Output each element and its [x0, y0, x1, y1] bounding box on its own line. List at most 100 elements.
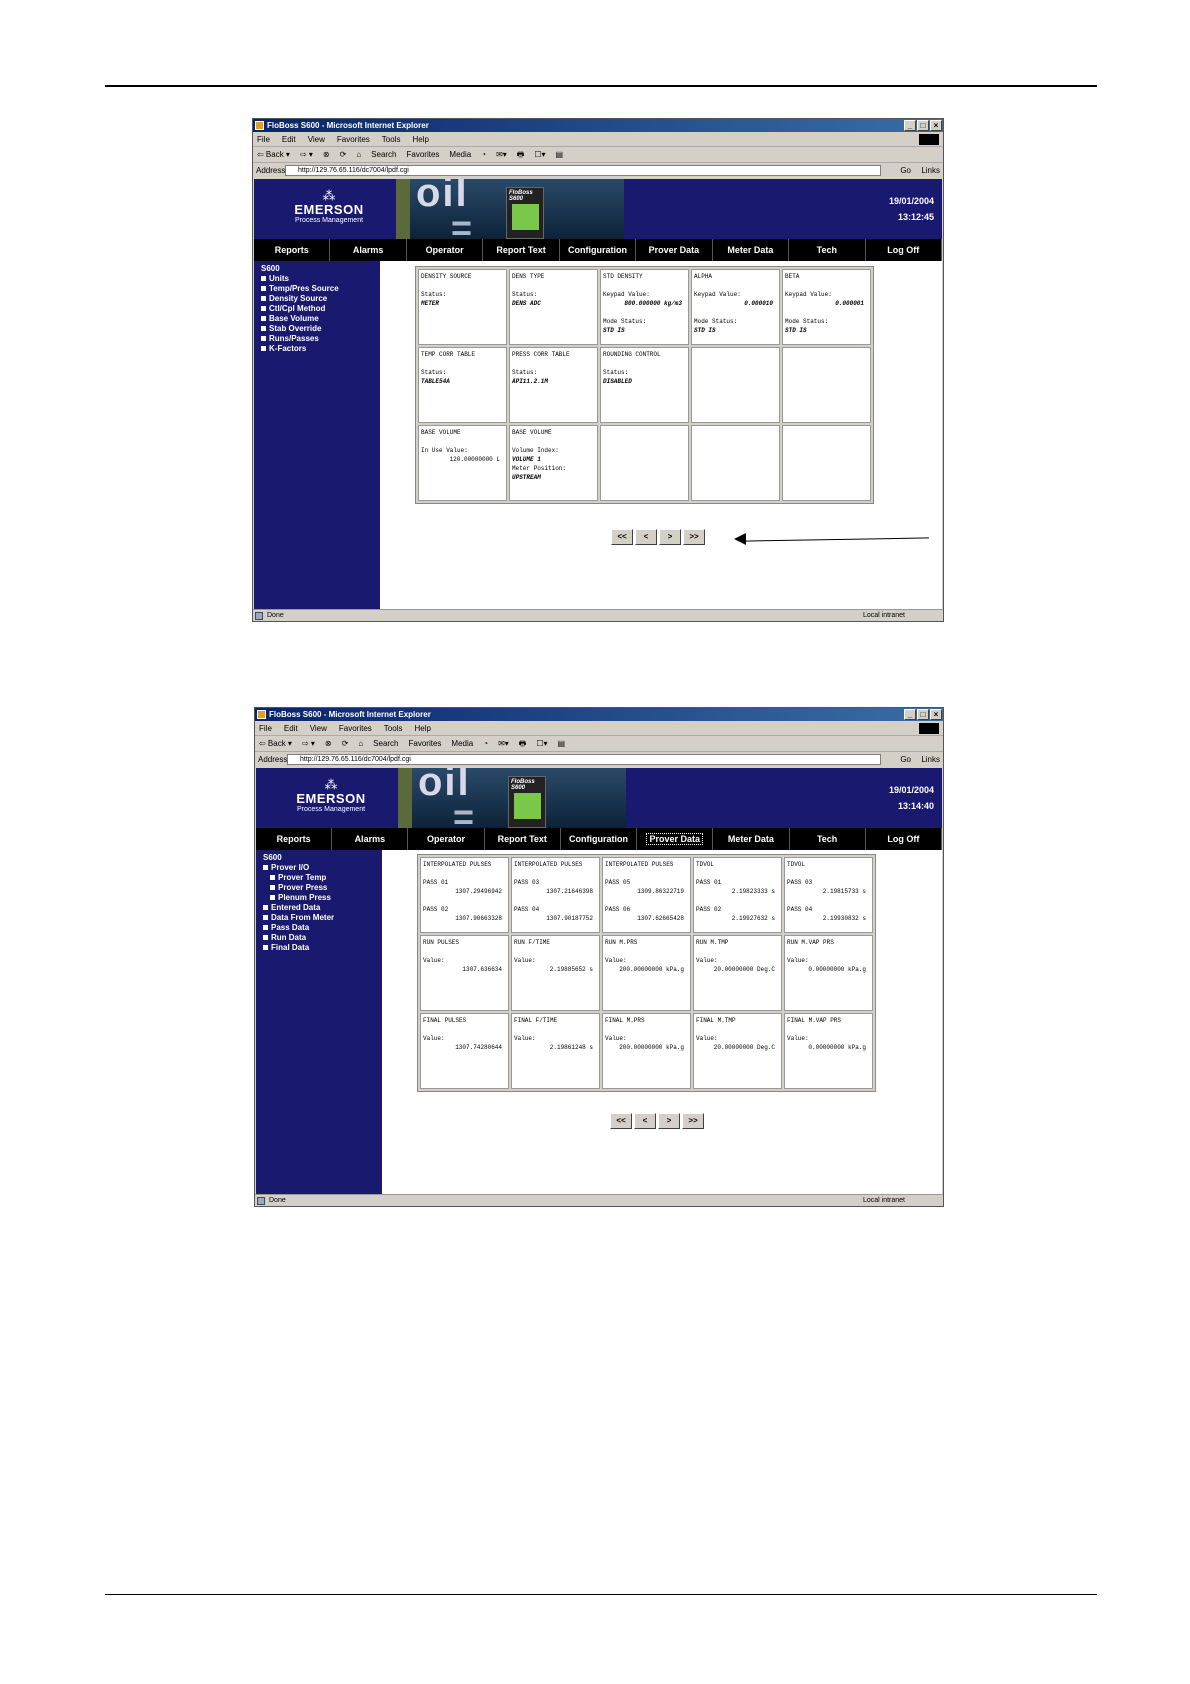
favorites-button[interactable]: Favorites: [409, 736, 442, 751]
edit-button[interactable]: ☐▾: [536, 736, 547, 751]
nav-meter-data[interactable]: Meter Data: [713, 828, 790, 850]
menu-edit[interactable]: Edit: [284, 721, 298, 735]
menu-file[interactable]: File: [257, 132, 270, 146]
nav-meter-data[interactable]: Meter Data: [713, 239, 790, 261]
sidebar-item[interactable]: Run Data: [263, 933, 382, 943]
maximize-button[interactable]: □: [917, 120, 929, 131]
nav-tech[interactable]: Tech: [790, 828, 866, 850]
menu-tools[interactable]: Tools: [384, 721, 403, 735]
home-button[interactable]: ⌂: [358, 736, 363, 751]
links-button[interactable]: Links: [921, 163, 940, 178]
menu-view[interactable]: View: [310, 721, 327, 735]
sidebar-item[interactable]: K-Factors: [261, 344, 380, 354]
back-button[interactable]: ⇦ Back ▾: [259, 736, 292, 751]
cell-label: Keypad Value:: [603, 291, 650, 298]
close-button[interactable]: ×: [930, 709, 942, 720]
first-page-button[interactable]: <<: [610, 1113, 632, 1129]
sidebar-item[interactable]: Ctl/Cpl Method: [261, 304, 380, 314]
stop-button[interactable]: ⊗: [323, 147, 330, 162]
sidebar-item[interactable]: Runs/Passes: [261, 334, 380, 344]
prev-page-button[interactable]: <: [635, 529, 657, 545]
nav-report-text[interactable]: Report Text: [483, 239, 560, 261]
media-button[interactable]: Media: [449, 147, 471, 162]
sidebar-item[interactable]: Prover Press: [263, 883, 382, 893]
nav-log-off[interactable]: Log Off: [866, 828, 942, 850]
next-page-button[interactable]: >: [658, 1113, 680, 1129]
sidebar-item[interactable]: Final Data: [263, 943, 382, 953]
history-button[interactable]: ◔: [481, 147, 486, 162]
nav-operator[interactable]: Operator: [408, 828, 485, 850]
discuss-button[interactable]: ▤: [558, 736, 566, 751]
sidebar-item[interactable]: Units: [261, 274, 380, 284]
grid-cell: [782, 425, 871, 501]
nav-prover-data[interactable]: Prover Data: [637, 828, 714, 850]
nav-configuration[interactable]: Configuration: [561, 828, 638, 850]
print-button[interactable]: 🖶: [517, 147, 525, 162]
favorites-button[interactable]: Favorites: [407, 147, 440, 162]
forward-button[interactable]: ⇨ ▾: [300, 147, 313, 162]
links-button[interactable]: Links: [921, 752, 940, 767]
refresh-button[interactable]: ⟳: [340, 147, 347, 162]
first-page-button[interactable]: <<: [611, 529, 633, 545]
last-page-button[interactable]: >>: [682, 1113, 704, 1129]
menu-file[interactable]: File: [259, 721, 272, 735]
minimize-button[interactable]: _: [904, 120, 916, 131]
discuss-button[interactable]: ▤: [556, 147, 564, 162]
nav-alarms[interactable]: Alarms: [332, 828, 409, 850]
menu-help[interactable]: Help: [412, 132, 428, 146]
menu-tools[interactable]: Tools: [382, 132, 401, 146]
sidebar-item[interactable]: Stab Override: [261, 324, 380, 334]
menu-favorites[interactable]: Favorites: [337, 132, 370, 146]
sidebar-item[interactable]: Plenum Press: [263, 893, 382, 903]
menu-favorites[interactable]: Favorites: [339, 721, 372, 735]
history-button[interactable]: ◔: [483, 736, 488, 751]
media-button[interactable]: Media: [451, 736, 473, 751]
sidebar-item[interactable]: Temp/Pres Source: [261, 284, 380, 294]
prev-page-button[interactable]: <: [634, 1113, 656, 1129]
menu-help[interactable]: Help: [414, 721, 430, 735]
sidebar-item-label: Final Data: [271, 943, 310, 952]
close-button[interactable]: ×: [930, 120, 942, 131]
sidebar-item[interactable]: Pass Data: [263, 923, 382, 933]
forward-button[interactable]: ⇨ ▾: [302, 736, 315, 751]
sidebar-item[interactable]: Data From Meter: [263, 913, 382, 923]
search-button[interactable]: Search: [371, 147, 396, 162]
sidebar-item[interactable]: Density Source: [261, 294, 380, 304]
mail-button[interactable]: ✉▾: [498, 736, 509, 751]
address-input[interactable]: http://129.76.65.116/dc7004/lpdf.cgi: [285, 165, 881, 176]
status-bar: Done Local intranet: [253, 609, 943, 621]
nav-prover-data[interactable]: Prover Data: [636, 239, 713, 261]
sidebar-item-label: K-Factors: [269, 344, 307, 353]
nav-operator[interactable]: Operator: [407, 239, 484, 261]
refresh-button[interactable]: ⟳: [342, 736, 349, 751]
nav-tech[interactable]: Tech: [789, 239, 866, 261]
mail-button[interactable]: ✉▾: [496, 147, 507, 162]
nav-log-off[interactable]: Log Off: [866, 239, 942, 261]
nav-reports[interactable]: Reports: [256, 828, 333, 850]
back-button[interactable]: ⇦ Back ▾: [257, 147, 290, 162]
sidebar-item[interactable]: Prover I/O: [263, 863, 382, 873]
go-button[interactable]: Go: [900, 752, 911, 767]
home-button[interactable]: ⌂: [356, 147, 361, 162]
address-input[interactable]: http://129.76.65.116/dc7004/lpdf.cgi: [287, 754, 881, 765]
stop-button[interactable]: ⊗: [325, 736, 332, 751]
nav-report-text[interactable]: Report Text: [485, 828, 561, 850]
nav-alarms[interactable]: Alarms: [330, 239, 407, 261]
last-page-button[interactable]: >>: [683, 529, 705, 545]
next-page-button[interactable]: >: [659, 529, 681, 545]
sidebar-item[interactable]: Entered Data: [263, 903, 382, 913]
edit-button[interactable]: ☐▾: [534, 147, 545, 162]
menu-view[interactable]: View: [308, 132, 325, 146]
minimize-button[interactable]: _: [904, 709, 916, 720]
nav-reports[interactable]: Reports: [254, 239, 331, 261]
title-bar: FloBoss S600 - Microsoft Internet Explor…: [253, 119, 943, 132]
search-button[interactable]: Search: [373, 736, 398, 751]
sidebar-item[interactable]: Base Volume: [261, 314, 380, 324]
nav-configuration[interactable]: Configuration: [560, 239, 637, 261]
menu-edit[interactable]: Edit: [282, 132, 296, 146]
print-button[interactable]: 🖶: [519, 736, 527, 751]
go-button[interactable]: Go: [900, 163, 911, 178]
sidebar-item[interactable]: Prover Temp: [263, 873, 382, 883]
maximize-button[interactable]: □: [917, 709, 929, 720]
